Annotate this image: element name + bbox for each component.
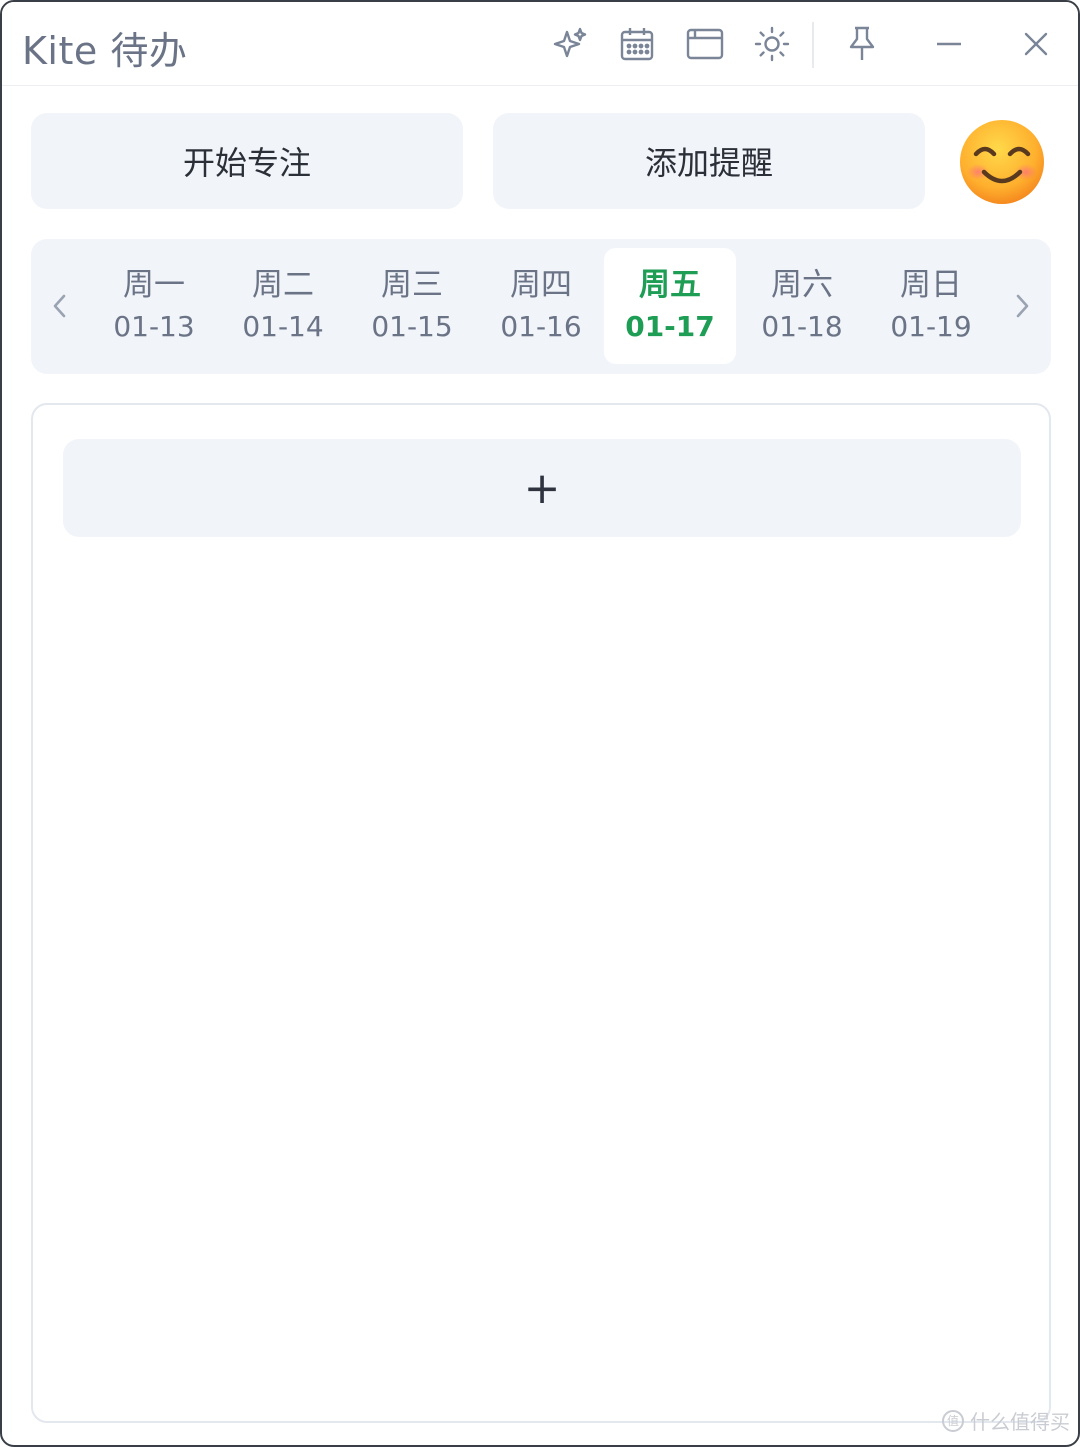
add-todo-button[interactable]: + [63, 439, 1021, 537]
day-date: 01-15 [371, 310, 453, 343]
day-date: 01-18 [761, 310, 843, 343]
toolbar-divider [812, 22, 814, 68]
title-bar[interactable]: Kite 待办 [2, 2, 1078, 86]
app-title: Kite 待办 [22, 29, 188, 73]
day-weekday: 周六 [771, 267, 833, 303]
day-date: 01-17 [625, 310, 715, 343]
day-weekday: 周三 [381, 267, 443, 303]
watermark-badge: 值 [942, 1409, 964, 1432]
day-item-thu[interactable]: 周四 01-16 [475, 248, 607, 364]
start-focus-button[interactable]: 开始专注 [31, 113, 463, 209]
day-item-sun[interactable]: 周日 01-19 [865, 248, 997, 364]
sparkle-icon[interactable] [550, 24, 590, 64]
day-item-wed[interactable]: 周三 01-15 [346, 248, 478, 364]
prev-week-chevron-left-icon[interactable] [45, 284, 75, 328]
minimize-icon[interactable] [929, 24, 969, 64]
calendar-icon[interactable] [617, 24, 657, 64]
day-item-tue[interactable]: 周二 01-14 [217, 248, 349, 364]
day-weekday: 周日 [900, 267, 962, 303]
day-item-mon[interactable]: 周一 01-13 [88, 248, 220, 364]
day-weekday: 周二 [252, 267, 314, 303]
pin-icon[interactable] [842, 24, 882, 64]
day-item-fri-selected[interactable]: 周五 01-17 [604, 248, 736, 364]
sun-icon[interactable] [752, 24, 792, 64]
week-selector: 周一 01-13 周二 01-14 周三 01-15 周四 01-16 周五 0… [31, 239, 1051, 374]
day-date: 01-19 [890, 310, 972, 343]
add-reminder-button[interactable]: 添加提醒 [493, 113, 925, 209]
watermark: 值 什么值得买 [942, 1406, 1070, 1435]
day-date: 01-13 [113, 310, 195, 343]
day-weekday: 周五 [639, 267, 701, 303]
day-date: 01-14 [242, 310, 324, 343]
smiling-face-icon[interactable] [958, 118, 1046, 206]
watermark-text: 什么值得买 [970, 1410, 1070, 1434]
day-weekday: 周四 [510, 267, 572, 303]
day-weekday: 周一 [123, 267, 185, 303]
next-week-chevron-right-icon[interactable] [1007, 284, 1037, 328]
day-item-sat[interactable]: 周六 01-18 [736, 248, 868, 364]
day-date: 01-16 [500, 310, 582, 343]
window-icon[interactable] [685, 24, 725, 64]
todo-list-panel: + [31, 403, 1051, 1423]
close-icon[interactable] [1016, 24, 1056, 64]
app-window: Kite 待办 开始专注 添加提醒 周一 01-13 周二 01-14 周三 0… [0, 0, 1080, 1447]
